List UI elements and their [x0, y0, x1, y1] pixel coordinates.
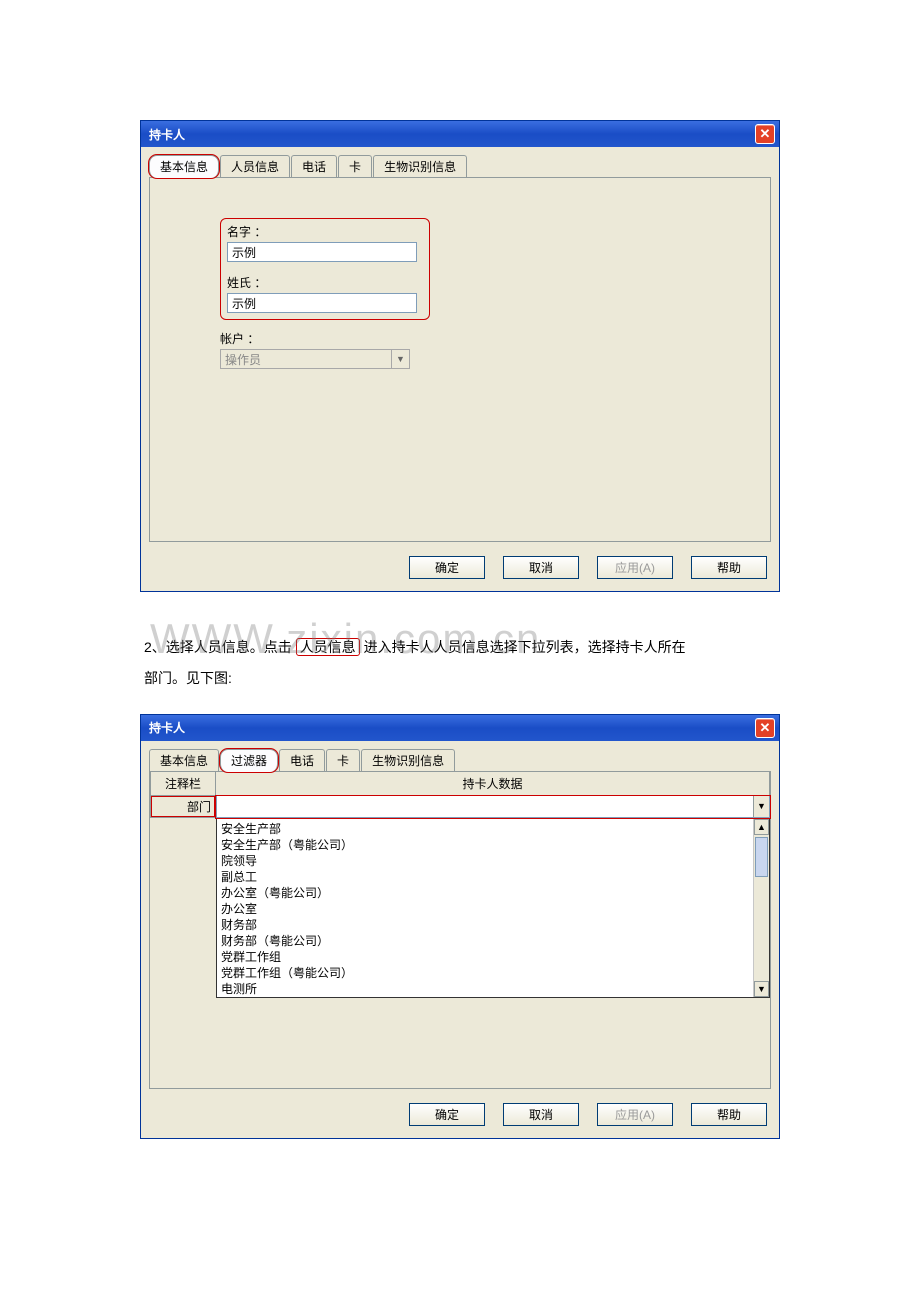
chevron-down-icon[interactable]: ▼: [753, 796, 769, 817]
tab-row: 基本信息 过滤器 电话 卡 生物识别信息: [141, 741, 779, 771]
tab-phone[interactable]: 电话: [291, 155, 337, 177]
cardholder-dialog-2: 持卡人 ✕ 基本信息 过滤器 电话 卡 生物识别信息 注释栏 持卡人数据 部门 …: [140, 714, 780, 1139]
tab-filter[interactable]: 过滤器: [220, 749, 278, 772]
close-icon[interactable]: ✕: [755, 124, 775, 144]
name-field[interactable]: [227, 242, 417, 262]
tab-basic-info[interactable]: 基本信息: [149, 749, 219, 771]
scroll-down-icon[interactable]: ▼: [754, 981, 769, 997]
cardholder-dialog-1: 持卡人 ✕ 基本信息 人员信息 电话 卡 生物识别信息 名字 ： 姓氏 ： 帐户…: [140, 120, 780, 592]
help-button[interactable]: 帮助: [691, 1103, 767, 1126]
ok-button[interactable]: 确定: [409, 1103, 485, 1126]
list-item[interactable]: 安全生产部: [221, 821, 749, 837]
surname-label: 姓氏 ：: [227, 274, 427, 291]
tab-person-info[interactable]: 人员信息: [220, 155, 290, 177]
apply-button[interactable]: 应用(A): [597, 1103, 673, 1126]
tab-card[interactable]: 卡: [326, 749, 360, 771]
inline-highlight: 人员信息: [296, 638, 360, 656]
close-icon[interactable]: ✕: [755, 718, 775, 738]
department-combo[interactable]: ▼: [216, 796, 770, 818]
instruction-text: 2、选择人员信息。点击 人员信息 进入持卡人人员信息选择下拉列表，选择持卡人所在…: [140, 632, 780, 694]
button-row: 确定 取消 应用(A) 帮助: [141, 1103, 779, 1138]
surname-field[interactable]: [227, 293, 417, 313]
grid-row-department: 部门 ▼: [150, 796, 770, 818]
list-item[interactable]: 副总工: [221, 869, 749, 885]
account-combo[interactable]: ▼: [220, 349, 410, 369]
account-label: 帐户 ：: [220, 330, 420, 347]
ok-button[interactable]: 确定: [409, 556, 485, 579]
window-title: 持卡人: [149, 126, 185, 143]
button-row: 确定 取消 应用(A) 帮助: [141, 556, 779, 591]
scroll-thumb[interactable]: [755, 837, 768, 877]
list-item[interactable]: 党群工作组（粤能公司）: [221, 965, 749, 981]
tab-basic-info[interactable]: 基本信息: [149, 155, 219, 178]
apply-button[interactable]: 应用(A): [597, 556, 673, 579]
tab-biometric[interactable]: 生物识别信息: [361, 749, 455, 771]
chevron-down-icon[interactable]: ▼: [391, 350, 409, 368]
tab-card[interactable]: 卡: [338, 155, 372, 177]
list-item[interactable]: 财务部: [221, 917, 749, 933]
window-title: 持卡人: [149, 719, 185, 736]
scrollbar[interactable]: ▲ ▼: [753, 819, 769, 997]
list-item[interactable]: 院领导: [221, 853, 749, 869]
tab-pane: 名字 ： 姓氏 ： 帐户 ： ▼: [149, 177, 771, 542]
list-item[interactable]: 办公室（粤能公司）: [221, 885, 749, 901]
titlebar[interactable]: 持卡人 ✕: [141, 121, 779, 147]
scroll-up-icon[interactable]: ▲: [754, 819, 769, 835]
cancel-button[interactable]: 取消: [503, 1103, 579, 1126]
list-item[interactable]: 安全生产部（粤能公司）: [221, 837, 749, 853]
list-item[interactable]: 党群工作组: [221, 949, 749, 965]
list-item[interactable]: 财务部（粤能公司）: [221, 933, 749, 949]
name-label: 名字 ：: [227, 223, 427, 240]
titlebar[interactable]: 持卡人 ✕: [141, 715, 779, 741]
col-data: 持卡人数据: [216, 772, 770, 796]
list-item[interactable]: 办公室: [221, 901, 749, 917]
account-value: [221, 350, 391, 368]
cancel-button[interactable]: 取消: [503, 556, 579, 579]
help-button[interactable]: 帮助: [691, 556, 767, 579]
tab-pane: 注释栏 持卡人数据 部门 ▼ 安全生产部安全生产部（粤能公司）院领导副总工办公室…: [149, 771, 771, 1089]
list-item[interactable]: 电测所: [221, 981, 749, 997]
row-label-department: 部门: [150, 796, 216, 818]
grid-header: 注释栏 持卡人数据: [150, 772, 770, 796]
tab-biometric[interactable]: 生物识别信息: [373, 155, 467, 177]
tab-phone[interactable]: 电话: [279, 749, 325, 771]
col-comment: 注释栏: [150, 772, 216, 796]
department-dropdown[interactable]: 安全生产部安全生产部（粤能公司）院领导副总工办公室（粤能公司）办公室财务部财务部…: [216, 818, 770, 998]
tab-row: 基本信息 人员信息 电话 卡 生物识别信息: [141, 147, 779, 177]
department-input[interactable]: [217, 796, 753, 817]
